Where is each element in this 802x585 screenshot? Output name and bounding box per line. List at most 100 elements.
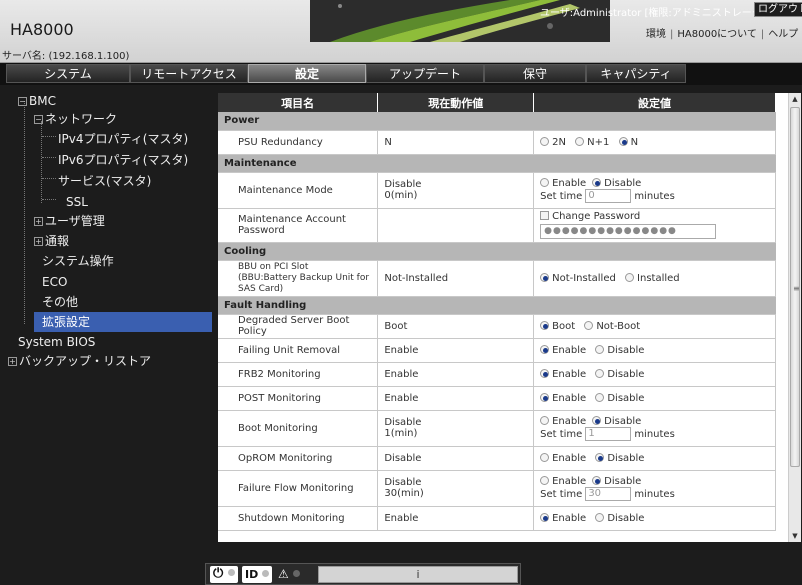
- radio-button[interactable]: [592, 177, 602, 187]
- psu-n1-option[interactable]: N+1: [575, 136, 609, 148]
- disable-option[interactable]: Disable: [595, 452, 644, 464]
- sidebar-item-backup-restore[interactable]: + バックアップ・リストア: [8, 351, 151, 371]
- sidebar-item-label: BMC: [29, 94, 56, 108]
- logout-button[interactable]: ログアウト: [754, 2, 802, 17]
- disable-option[interactable]: Disable: [595, 344, 644, 356]
- radio-button[interactable]: [592, 475, 602, 485]
- alert-button[interactable]: ⚠: [278, 567, 304, 583]
- radio-button[interactable]: [575, 136, 585, 146]
- sidebar-item-bmc[interactable]: − BMC: [18, 91, 56, 111]
- psu-2n-option[interactable]: 2N: [540, 136, 566, 148]
- radio-button[interactable]: [540, 136, 550, 146]
- expand-icon[interactable]: +: [34, 237, 43, 246]
- about-link[interactable]: HA8000について: [677, 29, 757, 40]
- radio-button[interactable]: [618, 136, 628, 146]
- tab-settings[interactable]: 設定: [248, 64, 366, 83]
- enable-option[interactable]: Enable: [540, 392, 586, 404]
- sidebar-item-other[interactable]: その他: [42, 292, 78, 312]
- radio-button[interactable]: [595, 368, 605, 378]
- not-boot-option[interactable]: Not-Boot: [584, 320, 640, 332]
- value-line: Disable: [384, 417, 422, 428]
- radio-button[interactable]: [540, 344, 550, 354]
- sidebar-item-ipv6[interactable]: IPv6プロパティ(マスタ): [58, 150, 188, 170]
- radio-button[interactable]: [595, 392, 605, 402]
- radio-button[interactable]: [540, 415, 550, 425]
- info-icon: i: [416, 568, 420, 581]
- sidebar-item-system-operation[interactable]: システム操作: [42, 251, 114, 271]
- radio-button[interactable]: [540, 392, 550, 402]
- tab-capacity[interactable]: キャパシティ: [586, 64, 686, 83]
- help-link[interactable]: ヘルプ: [768, 29, 798, 40]
- id-lamp-button[interactable]: ID: [242, 566, 272, 583]
- option-label: Enable: [552, 512, 587, 524]
- collapse-icon[interactable]: −: [34, 115, 43, 124]
- power-button[interactable]: ⏻: [210, 566, 238, 583]
- tab-remote-access[interactable]: リモートアクセス: [130, 64, 248, 83]
- radio-button[interactable]: [540, 272, 550, 282]
- radio-button[interactable]: [540, 320, 550, 330]
- scrollbar-thumb[interactable]: ≡: [790, 107, 800, 467]
- installed-option[interactable]: Installed: [625, 272, 680, 284]
- tab-system[interactable]: システム: [6, 64, 130, 83]
- radio-button[interactable]: [540, 512, 550, 522]
- sidebar-item-ssl[interactable]: SSL: [66, 192, 88, 212]
- sidebar-item-services[interactable]: サービス(マスタ): [58, 171, 151, 191]
- scroll-up-arrow-icon[interactable]: ▲: [789, 93, 801, 105]
- enable-option[interactable]: Enable: [540, 177, 587, 189]
- expand-icon[interactable]: +: [8, 357, 17, 366]
- table-header-row: 項目名 現在動作値 設定値: [218, 93, 776, 112]
- radio-button[interactable]: [592, 415, 602, 425]
- sidebar-item-system-bios[interactable]: System BIOS: [18, 332, 95, 352]
- tab-update[interactable]: アップデート: [366, 64, 484, 83]
- disable-option[interactable]: Disable: [592, 475, 641, 487]
- sidebar-item-eco[interactable]: ECO: [42, 272, 67, 292]
- radio-button[interactable]: [540, 177, 550, 187]
- sidebar-item-extended-settings[interactable]: 拡張設定: [34, 312, 212, 332]
- option-label: Enable: [552, 177, 587, 189]
- disable-option[interactable]: Disable: [595, 512, 644, 524]
- enable-option[interactable]: Enable: [540, 368, 586, 380]
- enable-option[interactable]: Enable: [540, 452, 586, 464]
- enable-option[interactable]: Enable: [540, 512, 587, 524]
- environment-link[interactable]: 環境: [646, 29, 666, 40]
- set-time-input[interactable]: 0: [585, 188, 632, 203]
- password-input[interactable]: ●●●●●●●●●●●●●●●: [540, 224, 717, 239]
- radio-button[interactable]: [595, 344, 605, 354]
- row-name: Shutdown Monitoring: [218, 506, 379, 531]
- radio-button[interactable]: [625, 272, 635, 282]
- set-time-input[interactable]: 1: [585, 426, 632, 441]
- not-installed-option[interactable]: Not-Installed: [540, 272, 616, 284]
- scroll-down-arrow-icon[interactable]: ▼: [789, 530, 801, 542]
- disable-option[interactable]: Disable: [592, 415, 641, 427]
- alert-status-led-icon: [292, 570, 300, 577]
- disable-option[interactable]: Disable: [595, 368, 644, 380]
- sidebar-item-notification[interactable]: + 通報: [34, 231, 69, 251]
- disable-option[interactable]: Disable: [592, 177, 641, 189]
- enable-option[interactable]: Enable: [540, 475, 586, 487]
- radio-button[interactable]: [540, 368, 550, 378]
- boot-option[interactable]: Boot: [540, 320, 575, 332]
- radio-button[interactable]: [595, 512, 605, 522]
- sidebar-item-network[interactable]: − ネットワーク: [34, 109, 117, 129]
- radio-button[interactable]: [540, 475, 550, 485]
- sidebar-item-ipv4[interactable]: IPv4プロパティ(マスタ): [58, 129, 188, 149]
- option-label: Installed: [637, 272, 680, 284]
- row-setting: Boot Not-Boot: [533, 314, 776, 339]
- psu-n-option[interactable]: N: [618, 136, 638, 148]
- collapse-icon[interactable]: −: [18, 97, 27, 106]
- change-password-checkbox[interactable]: [540, 211, 550, 220]
- sidebar-item-user-management[interactable]: + ユーザ管理: [34, 211, 105, 231]
- warning-icon: ⚠: [278, 567, 289, 581]
- set-time-input[interactable]: 30: [585, 486, 632, 501]
- enable-option[interactable]: Enable: [540, 344, 586, 356]
- vertical-scrollbar[interactable]: ▲ ≡ ▼: [788, 93, 801, 542]
- radio-button[interactable]: [540, 452, 550, 462]
- radio-button[interactable]: [584, 320, 594, 330]
- enable-option[interactable]: Enable: [540, 415, 586, 427]
- row-name: Degraded Server Boot Policy: [218, 314, 379, 339]
- expand-icon[interactable]: +: [34, 217, 43, 226]
- tab-maintenance[interactable]: 保守: [484, 64, 586, 83]
- disable-option[interactable]: Disable: [595, 392, 644, 404]
- radio-button[interactable]: [595, 452, 605, 462]
- value-line: Disable: [384, 179, 422, 190]
